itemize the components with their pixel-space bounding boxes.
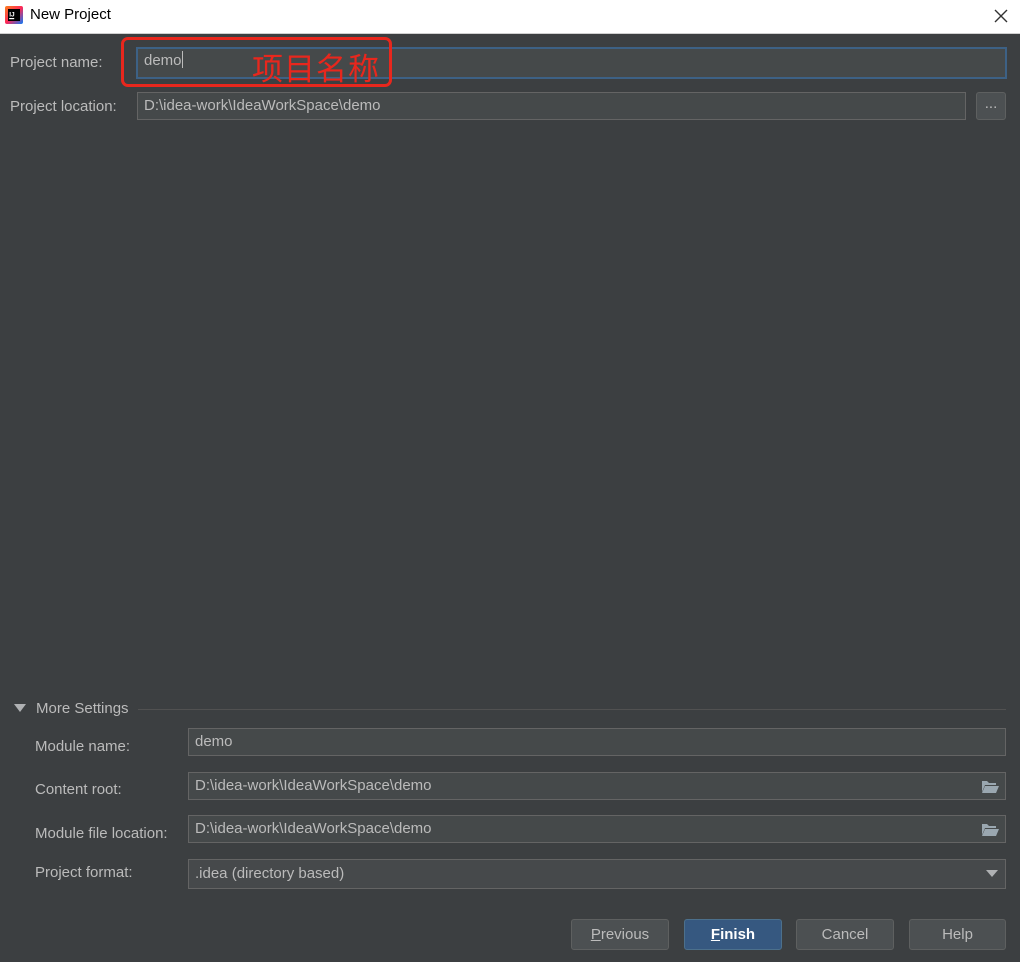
title-bar: IJ New Project [0,0,1020,34]
help-button[interactable]: Help [909,919,1006,950]
module-file-location-value: D:\idea-work\IdeaWorkSpace\demo [195,820,432,837]
module-file-location-label: Module file location: [35,825,168,842]
module-name-value: demo [195,733,233,750]
intellij-app-icon: IJ [5,6,23,24]
project-format-value: .idea (directory based) [195,865,345,882]
chevron-down-icon [986,870,998,877]
expand-triangle-icon[interactable] [14,703,26,713]
project-location-value: D:\idea-work\IdeaWorkSpace\demo [144,97,381,114]
annotation-label: 项目名称 [252,52,380,88]
project-format-select[interactable]: .idea (directory based) [188,859,1006,889]
finish-button[interactable]: Finish [684,919,782,950]
finish-label: inish [720,926,756,943]
content-root-value: D:\idea-work\IdeaWorkSpace\demo [195,777,432,794]
svg-text:IJ: IJ [9,12,15,19]
close-icon[interactable] [990,5,1012,27]
project-format-label: Project format: [35,864,133,881]
previous-button[interactable]: Previous [571,919,669,950]
content-root-label: Content root: [35,781,122,798]
previous-label: revious [600,926,650,943]
folder-open-icon[interactable] [981,779,999,794]
more-settings-toggle[interactable]: More Settings [36,700,129,717]
browse-location-button[interactable]: ... [976,92,1006,120]
module-file-location-input[interactable]: D:\idea-work\IdeaWorkSpace\demo [188,815,1006,843]
cancel-button[interactable]: Cancel [796,919,894,950]
previous-mnemonic: P [590,926,601,943]
content-root-input[interactable]: D:\idea-work\IdeaWorkSpace\demo [188,772,1006,800]
more-settings-divider [138,709,1006,710]
module-name-input[interactable]: demo [188,728,1006,756]
module-name-label: Module name: [35,738,131,755]
project-location-label: Project location: [10,98,117,115]
folder-open-icon[interactable] [981,822,999,837]
window-title: New Project [30,6,111,23]
project-location-input[interactable]: D:\idea-work\IdeaWorkSpace\demo [137,92,966,120]
project-name-label: Project name: [10,54,103,71]
finish-mnemonic: F [710,926,721,943]
